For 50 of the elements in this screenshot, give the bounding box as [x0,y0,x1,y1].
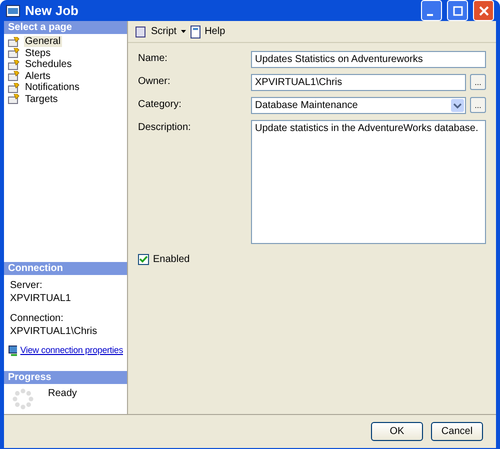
sidebar-item[interactable]: Targets [24,94,59,105]
computer-icon [8,345,18,357]
connection-label: Connection: [9,313,64,324]
ok-button[interactable]: OK [371,422,423,441]
page-icon [8,82,21,93]
spinner-icon [12,388,34,410]
browse-button[interactable]: ... [470,97,486,113]
close-icon [478,6,488,16]
progress-status: Ready [48,388,77,401]
app-icon [6,4,20,16]
connection-link[interactable]: View connection properties [20,345,123,357]
script-icon [134,24,148,38]
minimize-button[interactable] [421,0,442,21]
help-button[interactable]: Help [190,24,226,38]
name-label: Name: [138,52,168,64]
close-button[interactable] [473,0,494,21]
description-label: Description: [138,121,192,133]
minimize-icon [427,14,433,16]
sidebar-item[interactable]: Alerts [24,70,52,82]
window-title: New Job [25,3,78,18]
enabled-checkbox[interactable] [138,254,149,265]
owner-label: Owner: [138,75,172,87]
page-icon [8,36,21,47]
page-icon [8,94,21,104]
server-label: Server: [9,280,44,291]
maximize-icon [452,6,462,16]
description-field[interactable]: Update statistics in the AdventureWorks database. [251,120,486,244]
help-icon [190,24,202,38]
name-field[interactable]: Updates Statistics on Adventureworks [251,51,486,68]
owner-field[interactable]: XPVIRTUAL1\Chris [251,74,466,91]
script-button[interactable]: Script [134,24,177,38]
page-icon [8,60,21,70]
sidebar-item[interactable]: Steps [24,48,52,59]
section-header: Progress [4,371,127,384]
section-header: Connection [4,262,127,275]
cancel-button[interactable]: Cancel [431,422,483,441]
sidebar-item[interactable]: Notifications [24,82,80,94]
page-icon [8,48,21,58]
server-value: XPVIRTUAL1 [9,293,72,304]
sidebar-item[interactable]: Schedules [24,59,73,70]
page-icon [8,71,21,82]
category-dropdown[interactable]: Database Maintenance [251,97,466,114]
enabled-label: Enabled [153,254,190,265]
browse-button[interactable]: ... [470,74,486,90]
category-label: Category: [138,98,182,110]
section-header: Select a page [4,21,127,34]
sidebar-item[interactable]: General [24,36,62,48]
maximize-button[interactable] [447,0,468,21]
connection-value: XPVIRTUAL1\Chris [9,326,98,337]
caret-icon[interactable] [180,30,186,33]
